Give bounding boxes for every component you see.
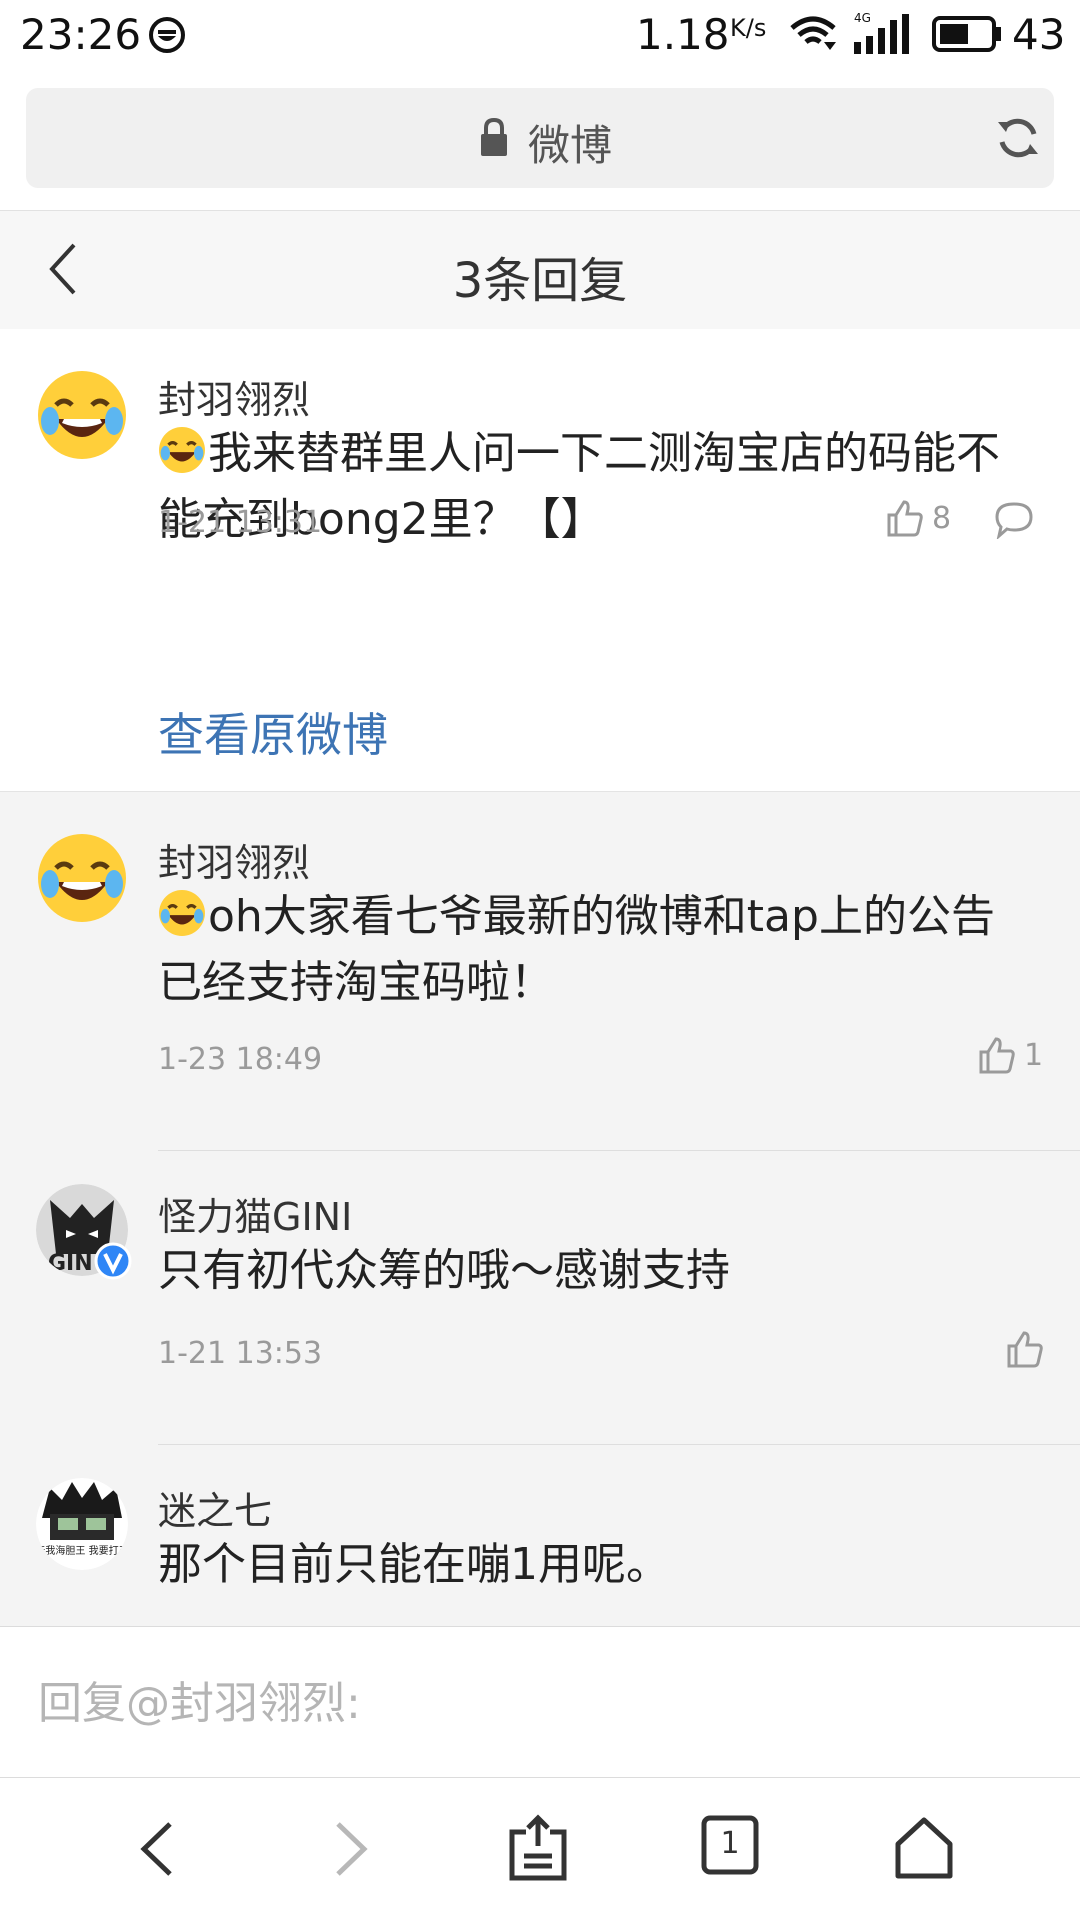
view-original-link[interactable]: 查看原微博 [158,699,388,765]
wifi-icon [790,16,836,50]
reload-icon[interactable] [994,114,1042,162]
comment-reply-icon[interactable] [994,501,1034,539]
reply-content: oh大家看七爷最新的微博和tap上的公告 已经支持淘宝码啦！ [158,884,1038,1016]
browser-back-icon[interactable] [132,1814,182,1884]
verified-badge-icon [94,1242,132,1280]
battery-level: 43 [1012,10,1066,59]
like-count: 1 [1024,1037,1044,1073]
thumbs-up-icon [887,500,923,537]
reply-text: 那个目前只能在嘣1用呢。 [158,1539,670,1590]
like-button[interactable] [1006,1330,1052,1368]
header-title: 3条回复 [452,253,628,309]
status-bar: 23:26 1.18 K/s 4G 43 [0,0,1080,68]
avatar[interactable] [36,832,128,924]
cell-signal-icon: 4G [854,12,909,54]
reply-username[interactable]: 迷之七 [158,1480,272,1535]
browser-forward-icon[interactable] [326,1814,376,1884]
thumbs-up-icon [979,1037,1015,1074]
main-comment: 封羽翎烈 我来替群里人问一下二测淘宝店的码能不能充到bong2里？【】 1-21… [0,329,1080,792]
reply-input[interactable] [36,1667,1040,1739]
reply-time: 1-21 13:53 [158,1336,323,1371]
reply-text: oh大家看七爷最新的微博和tap上的公告 已经支持淘宝码啦！ [158,891,995,1008]
cartoon-avatar-icon: 今天我海胆王 我要打五个 [36,1478,128,1570]
net-speed: 1.18 [636,10,730,59]
reply-username[interactable]: 封羽翎烈 [158,832,310,887]
comment-time: 1-21 13:31 [158,505,323,540]
browser-address-area: 微博 [0,68,1080,208]
home-icon[interactable] [892,1814,956,1880]
reply-text: 只有初代众筹的哦～感谢支持 [158,1245,730,1296]
laughing-emoji-avatar-icon [38,371,126,459]
comment-username[interactable]: 封羽翎烈 [158,369,310,424]
reply-content: 只有初代众筹的哦～感谢支持 [158,1238,1038,1304]
address-bar[interactable]: 微博 [26,88,1054,188]
browser-bottom-nav: 1 [0,1778,1080,1920]
reply-input-bar [0,1626,1080,1778]
tab-count: 1 [720,1826,740,1861]
replies-list: 封羽翎烈 oh大家看七爷最新的微博和tap上的公告 已经支持淘宝码啦！ 1-23… [0,792,1080,1626]
lock-icon [481,118,507,156]
svg-text:GIN: GIN [48,1251,93,1276]
battery-icon [932,16,1001,52]
avatar-caption: 今天我海胆王 我要打五个 [36,1544,128,1557]
reply-username[interactable]: 怪力猫GINI [158,1186,352,1241]
page-title: 微博 [528,121,613,170]
net-speed-unit: K/s [730,14,767,42]
nav-header: 3条回复 [0,210,1080,330]
reply-time: 1-23 18:49 [158,1042,323,1077]
tabs-button[interactable]: 1 [700,1814,760,1876]
laughing-emoji-icon [159,427,205,473]
thumbs-up-icon [1007,1331,1043,1368]
like-button[interactable]: 1 [978,1036,1043,1074]
like-count: 8 [932,500,952,536]
divider [158,1150,1080,1151]
share-icon[interactable] [506,1814,570,1884]
avatar[interactable]: 今天我海胆王 我要打五个 [36,1478,128,1570]
divider [158,1444,1080,1445]
status-time: 23:26 [20,10,142,59]
laughing-emoji-icon [159,890,205,936]
notification-face-icon [149,17,185,53]
like-button[interactable]: 8 [886,499,951,537]
laughing-emoji-avatar-icon [38,834,126,922]
network-type: 4G [854,12,871,25]
avatar[interactable] [36,369,128,461]
reply-content: 那个目前只能在嘣1用呢。 [158,1532,1038,1598]
